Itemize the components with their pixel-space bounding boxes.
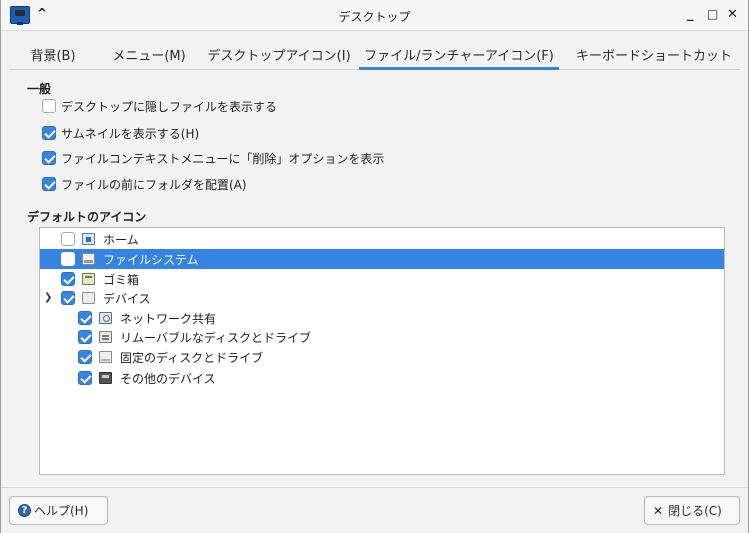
trash-checkbox[interactable] (61, 272, 75, 286)
show-thumbnails-option[interactable]: サムネイルを表示する(H) (42, 125, 199, 141)
title-bar[interactable]: ^ デスクトップ _ □ ✕ (1, 0, 748, 31)
network-share-checkbox[interactable] (78, 311, 92, 325)
fixed-drive-icon (99, 351, 112, 363)
close-button-label: 閉じる(C) (668, 504, 722, 518)
show-hidden-files-checkbox[interactable] (42, 99, 56, 113)
tree-item-label: その他のデバイス (120, 371, 216, 386)
show-delete-option[interactable]: ファイルコンテキストメニューに「削除」オプションを表示 (42, 150, 384, 166)
tree-item-removable-drives[interactable]: リムーバブルなディスクとドライブ (40, 327, 724, 347)
minimize-button[interactable]: _ (687, 7, 694, 22)
devices-checkbox[interactable] (61, 291, 75, 305)
tree-item-label: デバイス (103, 291, 151, 306)
desktop-settings-window: ^ デスクトップ _ □ ✕ 背景(B) メニュー(M) デスクトップアイコン(… (0, 0, 749, 533)
tab-keyboard-shortcuts[interactable]: キーボードショートカット (569, 38, 739, 69)
general-section-title: 一般 (27, 82, 52, 96)
dialog-button-bar: ? ヘルプ(H) ✕ 閉じる(C) (1, 487, 748, 533)
help-icon: ? (18, 504, 31, 517)
folders-first-label: ファイルの前にフォルダを配置(A) (61, 177, 247, 192)
tab-desktop-icons[interactable]: デスクトップアイコン(I) (201, 38, 357, 69)
removable-drive-icon (99, 331, 112, 343)
close-button[interactable]: ✕ 閉じる(C) (644, 496, 740, 525)
close-window-button[interactable]: ✕ (727, 7, 738, 22)
tree-item-filesystem[interactable]: ファイルシステム (40, 249, 724, 269)
default-icons-tree[interactable]: ホーム ファイルシステム ゴミ箱 ❯ デバイス ネットワーク共有 リムーバブルな… (39, 227, 725, 475)
window-title: デスクトップ (338, 10, 411, 24)
tree-item-fixed-drives[interactable]: 固定のディスクとドライブ (40, 347, 724, 367)
filesystem-drive-icon (82, 253, 95, 265)
show-hidden-files-label: デスクトップに隠しファイルを表示する (61, 99, 278, 114)
show-hidden-files-option[interactable]: デスクトップに隠しファイルを表示する (42, 98, 277, 114)
fixed-drives-checkbox[interactable] (78, 350, 92, 364)
removable-drives-checkbox[interactable] (78, 330, 92, 344)
close-icon: ✕ (653, 503, 664, 518)
network-share-icon (99, 312, 112, 324)
tree-item-label: ホーム (103, 232, 139, 247)
tree-item-trash[interactable]: ゴミ箱 (40, 269, 724, 289)
tree-item-network-share[interactable]: ネットワーク共有 (40, 308, 724, 328)
devices-icon (82, 292, 95, 304)
show-thumbnails-checkbox[interactable] (42, 126, 56, 140)
tree-item-label: ネットワーク共有 (120, 311, 217, 326)
tree-item-devices[interactable]: ❯ デバイス (40, 288, 724, 308)
folders-first-option[interactable]: ファイルの前にフォルダを配置(A) (42, 176, 247, 192)
tree-item-home[interactable]: ホーム (40, 229, 724, 249)
home-folder-icon (82, 233, 95, 245)
show-thumbnails-label: サムネイルを表示する(H) (61, 126, 200, 141)
tab-bar: 背景(B) メニュー(M) デスクトップアイコン(I) ファイル/ランチャーアイ… (9, 38, 740, 70)
other-device-icon (99, 372, 112, 384)
tree-item-other-devices[interactable]: その他のデバイス (40, 368, 724, 388)
tree-item-label: ファイルシステム (103, 252, 199, 267)
default-icons-section-title: デフォルトのアイコン (27, 210, 147, 224)
tree-item-label: ゴミ箱 (103, 272, 140, 287)
tab-menu[interactable]: メニュー(M) (97, 38, 201, 69)
folders-first-checkbox[interactable] (42, 177, 56, 191)
maximize-button[interactable]: □ (707, 7, 718, 21)
show-delete-label: ファイルコンテキストメニューに「削除」オプションを表示 (61, 151, 385, 166)
home-checkbox[interactable] (61, 232, 75, 246)
help-button-label: ヘルプ(H) (34, 504, 89, 518)
show-delete-checkbox[interactable] (42, 151, 56, 165)
help-button[interactable]: ? ヘルプ(H) (9, 496, 108, 525)
chevron-down-icon[interactable]: ❯ (44, 292, 52, 303)
tree-item-label: 固定のディスクとドライブ (120, 350, 264, 365)
filesystem-checkbox[interactable] (61, 252, 75, 266)
trash-icon (82, 273, 95, 285)
tab-file-launcher-icons[interactable]: ファイル/ランチャーアイコン(F) (359, 38, 559, 70)
tab-background[interactable]: 背景(B) (9, 38, 97, 69)
other-devices-checkbox[interactable] (78, 371, 92, 385)
tree-item-label: リムーバブルなディスクとドライブ (120, 330, 312, 345)
